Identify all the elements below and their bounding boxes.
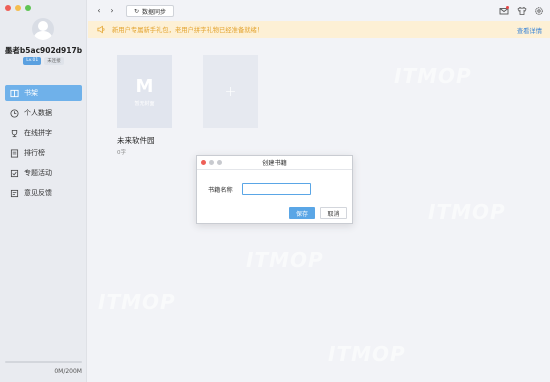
- dialog-title: 创建书籍: [262, 160, 287, 167]
- plus-icon: +: [224, 83, 237, 100]
- view-details-link[interactable]: 查看详情: [517, 26, 542, 35]
- storage-progress-bar: [5, 361, 82, 363]
- clock-icon: [10, 108, 19, 118]
- toolbar: ‹ › ↻ 数据同步: [88, 4, 550, 18]
- save-button[interactable]: 保存: [289, 207, 315, 219]
- book-cover[interactable]: M 暂无封面: [117, 55, 172, 128]
- storage-usage: 0M/200M: [54, 368, 82, 375]
- sidebar-item-personal-data[interactable]: 个人数据: [5, 105, 82, 121]
- feedback-icon: [10, 189, 19, 198]
- sidebar-item-feedback[interactable]: 意见反馈: [5, 185, 82, 201]
- sidebar-item-events[interactable]: 专题活动: [5, 165, 82, 181]
- trophy-icon: [10, 129, 19, 138]
- dialog-close-button[interactable]: [201, 160, 206, 165]
- watermark: ITMOP: [428, 200, 506, 224]
- sidebar-item-leaderboard[interactable]: 排行榜: [5, 145, 82, 161]
- username: 墨者b5ac902d917b: [4, 46, 83, 55]
- shirt-icon[interactable]: [517, 6, 527, 16]
- create-book-dialog: 创建书籍 书籍名称 保存 取消: [196, 155, 353, 224]
- mail-icon[interactable]: [499, 6, 509, 16]
- maximize-window-button[interactable]: [25, 5, 31, 11]
- window-controls: [5, 5, 31, 11]
- book-title[interactable]: 未来软件园: [117, 135, 155, 146]
- watermark: ITMOP: [394, 64, 472, 88]
- notice-text: 新用户专属新手礼包，老用户拼字礼物已经准备就绪！: [112, 27, 264, 34]
- settings-gear-icon[interactable]: [534, 6, 544, 16]
- sidebar-item-bookshelf[interactable]: 书架: [5, 85, 82, 101]
- watermark: ITMOP: [328, 342, 406, 366]
- forward-arrow-icon[interactable]: ›: [107, 6, 117, 16]
- dialog-minimize-button: [209, 160, 214, 165]
- sign-badge[interactable]: 未连接: [44, 57, 64, 65]
- close-window-button[interactable]: [5, 5, 11, 11]
- sidebar-item-label: 书架: [24, 89, 38, 97]
- cover-placeholder-text: 暂无封面: [134, 101, 155, 107]
- refresh-icon: ↻: [133, 7, 139, 15]
- dialog-titlebar: 创建书籍: [197, 156, 352, 170]
- speaker-icon: [97, 25, 105, 34]
- user-badges: Lv.01 未连接: [0, 57, 87, 65]
- sidebar-item-label: 意见反馈: [24, 189, 52, 197]
- sidebar-item-label: 专题活动: [24, 169, 52, 177]
- add-book-button[interactable]: +: [203, 55, 258, 128]
- book-name-input[interactable]: [242, 183, 311, 195]
- notification-dot: [506, 6, 509, 9]
- sidebar-item-label: 个人数据: [24, 109, 52, 117]
- sidebar-nav: 书架 个人数据 在线拼字 排行榜 专题活动 意见反馈: [5, 85, 82, 205]
- back-arrow-icon[interactable]: ‹: [94, 6, 104, 16]
- sidebar: 墨者b5ac902d917b Lv.01 未连接 书架 个人数据 在线拼字 排行…: [0, 0, 87, 382]
- sidebar-item-label: 排行榜: [24, 149, 45, 157]
- checkbox-icon: [10, 169, 19, 178]
- book-name-label: 书籍名称: [208, 187, 233, 194]
- level-badge: Lv.01: [23, 57, 42, 65]
- sidebar-item-online-typing[interactable]: 在线拼字: [5, 125, 82, 141]
- list-icon: [10, 148, 19, 158]
- dialog-window-controls: [201, 160, 222, 165]
- notice-bar: 新用户专属新手礼包，老用户拼字礼物已经准备就绪！ 查看详情: [88, 21, 550, 38]
- dialog-maximize-button: [217, 160, 222, 165]
- book-icon: [10, 89, 19, 98]
- minimize-window-button[interactable]: [15, 5, 21, 11]
- cancel-button[interactable]: 取消: [320, 207, 347, 219]
- book-word-count: 0字: [117, 150, 126, 156]
- cover-logo: M: [135, 76, 154, 97]
- sidebar-item-label: 在线拼字: [24, 129, 52, 137]
- watermark: ITMOP: [246, 248, 324, 272]
- avatar[interactable]: [32, 18, 54, 40]
- data-sync-label: 数据同步: [142, 8, 167, 16]
- watermark: ITMOP: [98, 290, 176, 314]
- data-sync-button[interactable]: ↻ 数据同步: [126, 5, 174, 17]
